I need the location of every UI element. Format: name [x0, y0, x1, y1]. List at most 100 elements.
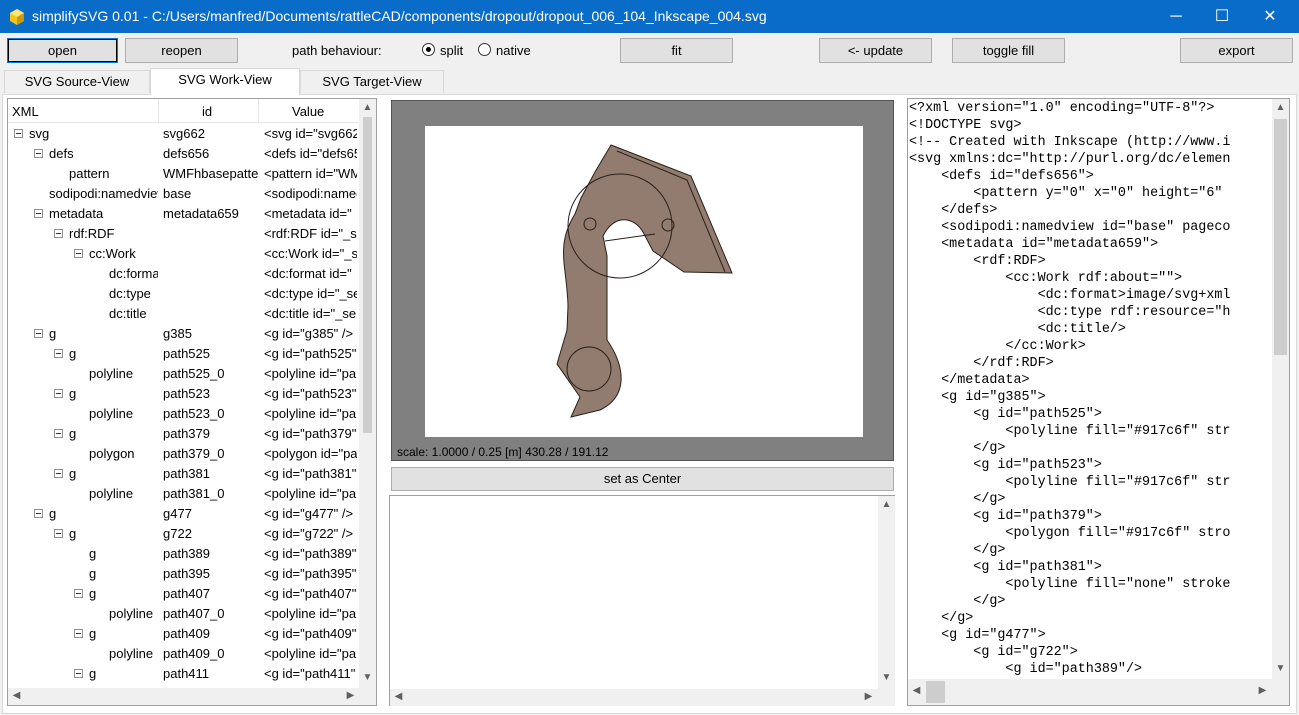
collapse-icon[interactable] — [74, 629, 83, 638]
source-vertical-scrollbar[interactable]: ▲ ▼ — [1272, 99, 1289, 679]
tree-row[interactable]: g path411 <g id="path411" — [8, 664, 359, 684]
source-line: </defs> — [909, 203, 998, 218]
tree-row[interactable]: pattern WMFhbasepattern <pattern id="WMF — [8, 164, 359, 184]
scroll-up-icon[interactable]: ▲ — [1272, 102, 1289, 113]
tree-horizontal-scrollbar[interactable]: ◀ ▶ — [8, 688, 376, 705]
scroll-down-icon[interactable]: ▼ — [359, 672, 376, 683]
scroll-left-icon[interactable]: ◀ — [390, 691, 407, 702]
tree-node-value: <polyline id="pa — [264, 646, 357, 661]
tree-row[interactable]: polyline path523_0 <polyline id="pa — [8, 404, 359, 424]
collapse-icon[interactable] — [54, 349, 63, 358]
dropout-shape[interactable] — [425, 126, 863, 437]
split-radio[interactable] — [422, 43, 435, 56]
scroll-right-icon[interactable]: ▶ — [860, 691, 877, 702]
tree-row[interactable]: g path409 <g id="path409" — [8, 624, 359, 644]
tree-row[interactable]: g path523 <g id="path523" — [8, 384, 359, 404]
tree-row[interactable]: g path407 <g id="path407" — [8, 584, 359, 604]
collapse-icon[interactable] — [74, 589, 83, 598]
tree-row[interactable]: polyline path525_0 <polyline id="pa — [8, 364, 359, 384]
source-line: <?xml version="1.0" encoding="UTF-8"?> — [909, 101, 1215, 116]
tree-scroll-thumb[interactable] — [363, 117, 372, 433]
tree-row[interactable]: dc:type <dc:type id="_se — [8, 284, 359, 304]
close-icon[interactable]: ✕ — [1247, 0, 1293, 33]
tree-row[interactable]: polyline path409_0 <polyline id="pa — [8, 644, 359, 664]
tab-target-view[interactable]: SVG Target-View — [300, 70, 444, 93]
tree-node-id: path523 — [163, 386, 210, 401]
source-line: <sodipodi:namedview id="base" pageco — [909, 220, 1231, 235]
tree-vertical-scrollbar[interactable]: ▲ ▼ — [359, 99, 376, 688]
source-hscroll-thumb[interactable] — [926, 681, 945, 703]
tab-source-view[interactable]: SVG Source-View — [4, 70, 150, 93]
native-label[interactable]: native — [496, 43, 531, 58]
tree-node-value: <g id="path407" — [264, 586, 357, 601]
tree-row[interactable]: g path389 <g id="path389" — [8, 544, 359, 564]
fit-button[interactable]: fit — [620, 38, 733, 63]
collapse-icon[interactable] — [74, 669, 83, 678]
collapse-icon[interactable] — [54, 529, 63, 538]
reopen-button[interactable]: reopen — [125, 38, 238, 63]
collapse-icon[interactable] — [34, 509, 43, 518]
tree-row[interactable]: cc:Work <cc:Work id="_s — [8, 244, 359, 264]
tree-row[interactable]: polygon path379_0 <polygon id="pa — [8, 444, 359, 464]
tree-node-id: g722 — [163, 526, 192, 541]
tree-row[interactable]: svg svg662 <svg id="svg662" — [8, 124, 359, 144]
collapse-icon[interactable] — [34, 209, 43, 218]
collapse-icon[interactable] — [54, 429, 63, 438]
tree-row[interactable]: g g722 <g id="g722" /> — [8, 524, 359, 544]
collapse-icon[interactable] — [74, 249, 83, 258]
set-as-center-button[interactable]: set as Center — [391, 467, 894, 491]
scroll-down-icon[interactable]: ▼ — [1272, 663, 1289, 674]
collapse-icon[interactable] — [54, 389, 63, 398]
tree-row[interactable]: g path381 <g id="path381" — [8, 464, 359, 484]
scroll-left-icon[interactable]: ◀ — [8, 690, 25, 701]
collapse-icon[interactable] — [54, 229, 63, 238]
tree-row[interactable]: rdf:RDF <rdf:RDF id="_s — [8, 224, 359, 244]
scroll-right-icon[interactable]: ▶ — [1254, 685, 1271, 696]
scroll-right-icon[interactable]: ▶ — [342, 690, 359, 701]
source-scroll-thumb[interactable] — [1274, 119, 1287, 355]
tree-row[interactable]: defs defs656 <defs id="defs656" — [8, 144, 359, 164]
scroll-up-icon[interactable]: ▲ — [359, 102, 376, 113]
toggle-fill-button[interactable]: toggle fill — [952, 38, 1065, 63]
tree-row[interactable]: g path525 <g id="path525" — [8, 344, 359, 364]
tree-node-id: path389 — [163, 546, 210, 561]
log-horizontal-scrollbar[interactable]: ◀ ▶ — [390, 689, 895, 706]
tree-node-value: <g id="g722" /> — [264, 526, 354, 541]
update-button[interactable]: <- update — [819, 38, 932, 63]
collapse-icon[interactable] — [14, 129, 23, 138]
scroll-up-icon[interactable]: ▲ — [878, 499, 895, 510]
minimize-icon[interactable]: ─ — [1153, 0, 1199, 33]
xml-tree[interactable]: XML id Value svg svg662 <svg id="svg662" de… — [7, 98, 377, 706]
collapse-icon[interactable] — [54, 469, 63, 478]
source-horizontal-scrollbar[interactable]: ◀ ▶ — [908, 679, 1289, 705]
tree-row[interactable]: g path395 <g id="path395" — [8, 564, 359, 584]
column-value[interactable]: Value — [292, 104, 324, 119]
tab-work-view[interactable]: SVG Work-View — [150, 68, 300, 95]
scroll-down-icon[interactable]: ▼ — [878, 672, 895, 683]
tree-row[interactable]: g g477 <g id="g477" /> — [8, 504, 359, 524]
scroll-left-icon[interactable]: ◀ — [908, 685, 925, 696]
tree-row[interactable]: dc:title <dc:title id="_se — [8, 304, 359, 324]
column-xml[interactable]: XML — [12, 104, 39, 119]
log-text-area[interactable]: ▲ ▼ ◀ ▶ — [389, 495, 895, 706]
collapse-icon[interactable] — [34, 149, 43, 158]
collapse-icon[interactable] — [34, 329, 43, 338]
tree-row[interactable]: sodipodi:namedview base <sodipodi:namedvie… — [8, 184, 359, 204]
tree-row[interactable]: polyline path407_0 <polyline id="pa — [8, 604, 359, 624]
svg-source-text[interactable]: <?xml version="1.0" encoding="UTF-8"?> <!… — [907, 98, 1290, 706]
tree-row[interactable]: dc:format <dc:format id=" — [8, 264, 359, 284]
export-button[interactable]: export — [1180, 38, 1293, 63]
column-id[interactable]: id — [202, 104, 212, 119]
tree-row[interactable]: g g385 <g id="g385" /> — [8, 324, 359, 344]
log-vertical-scrollbar[interactable]: ▲ ▼ — [878, 496, 895, 689]
tree-row[interactable]: metadata metadata659 <metadata id=" — [8, 204, 359, 224]
open-button[interactable]: open — [7, 38, 118, 63]
tree-row[interactable]: g path379 <g id="path379" — [8, 424, 359, 444]
split-label[interactable]: split — [440, 43, 463, 58]
tree-row[interactable]: polyline path381_0 <polyline id="pa — [8, 484, 359, 504]
tree-node-value: <g id="path379" — [264, 426, 357, 441]
native-radio[interactable] — [478, 43, 491, 56]
source-line: </g> — [909, 594, 1006, 609]
work-canvas[interactable]: scale: 1.0000 / 0.25 [m] 430.28 / 191.12 — [391, 100, 894, 461]
maximize-icon[interactable]: ☐ — [1199, 0, 1245, 33]
